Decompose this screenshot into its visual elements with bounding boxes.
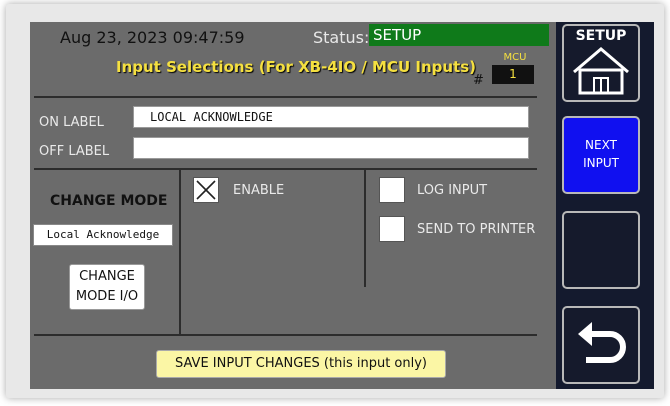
next-input-button[interactable]: NEXT INPUT (562, 116, 640, 194)
next-input-line2: INPUT (583, 156, 619, 170)
back-arrow-icon (578, 322, 626, 363)
change-mode-button-line1: CHANGE (79, 269, 135, 284)
page-title: Input Selections (For XB-4IO / MCU Input… (116, 58, 476, 76)
log-input-checkbox[interactable] (379, 177, 405, 203)
current-mode-field: Local Acknowledge (33, 224, 173, 246)
mcu-number-field[interactable]: 1 (492, 65, 534, 84)
divider-mode-column (179, 169, 181, 335)
off-label-caption: OFF LABEL (39, 144, 110, 159)
input-number-hash: # (473, 73, 484, 88)
setup-button[interactable]: SETUP (562, 24, 640, 102)
send-to-printer-label: SEND TO PRINTER (417, 222, 536, 237)
on-label-caption: ON LABEL (39, 115, 104, 130)
change-mode-button-line2: MODE I/O (75, 289, 139, 304)
off-label-input[interactable] (133, 137, 529, 159)
house-icon (573, 47, 629, 95)
enable-checkbox[interactable] (193, 177, 219, 203)
log-input-label: LOG INPUT (417, 183, 488, 198)
divider-labels (34, 168, 537, 170)
change-mode-button[interactable]: CHANGE MODE I/O (69, 264, 145, 310)
send-to-printer-checkbox[interactable] (379, 216, 405, 242)
mcu-label: MCU (503, 52, 527, 63)
setup-button-label: SETUP (575, 28, 627, 44)
check-x-icon (196, 180, 216, 200)
datetime: Aug 23, 2023 09:47:59 (60, 28, 245, 47)
next-input-line1: NEXT (585, 138, 617, 152)
back-button[interactable] (562, 306, 640, 384)
change-mode-title: CHANGE MODE (50, 193, 168, 209)
divider-footer (34, 334, 537, 336)
on-label-input[interactable]: LOCAL ACKNOWLEDGE (133, 106, 529, 128)
save-input-changes-button[interactable]: SAVE INPUT CHANGES (this input only) (156, 350, 446, 378)
status-label: Status: (313, 28, 370, 47)
divider-options-column (364, 169, 366, 287)
enable-label: ENABLE (233, 183, 285, 198)
divider-header (34, 96, 537, 98)
status-badge: SETUP (369, 24, 549, 46)
blank-sidebar-button[interactable] (562, 211, 640, 289)
